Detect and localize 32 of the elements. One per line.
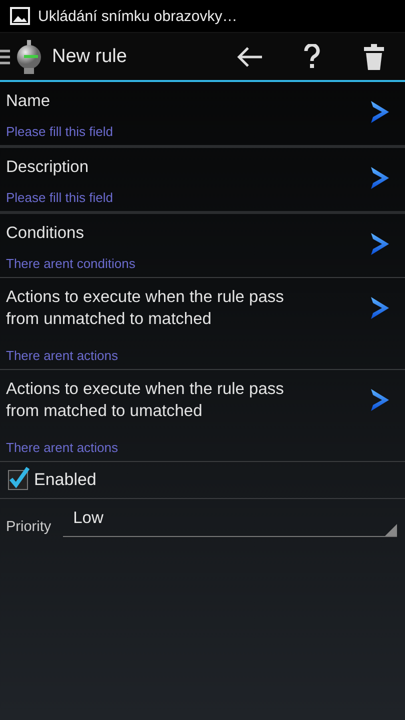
screen-title: New rule <box>52 46 128 68</box>
menu-icon[interactable] <box>0 48 10 64</box>
chevron-icon <box>369 386 391 414</box>
field-label: Actions to execute when the rule pass from unmatched to matched <box>6 287 285 330</box>
picture-icon <box>10 7 30 25</box>
rule-field-row[interactable]: Description Please fill this field <box>0 148 405 214</box>
rule-field-row[interactable]: Actions to execute when the rule pass from matched to umatched There arent actions <box>0 370 405 462</box>
notification-text: Ukládání snímku obrazovky… <box>38 8 238 24</box>
chevron-icon <box>369 230 391 258</box>
field-hint: There arent actions <box>6 440 120 455</box>
rule-field-row[interactable]: Actions to execute when the rule pass from unmatched to matched There arent actions <box>0 278 405 370</box>
field-hint: There arent conditions <box>6 256 136 271</box>
chevron-icon <box>369 98 391 126</box>
field-label: Description <box>6 157 90 178</box>
field-hint: There arent actions <box>6 348 120 363</box>
robot-head-icon[interactable] <box>14 40 44 74</box>
priority-label: Priority <box>6 519 52 535</box>
field-hint: Please fill this field <box>6 124 114 139</box>
back-icon <box>236 46 264 68</box>
field-hint: Please fill this field <box>6 190 114 205</box>
rule-field-row[interactable]: Name Please fill this field <box>0 82 405 148</box>
field-label: Actions to execute when the rule pass from matched to umatched <box>6 379 285 422</box>
enabled-label: Enabled <box>34 470 96 490</box>
rule-field-row[interactable]: Conditions There arent conditions <box>0 214 405 278</box>
chevron-icon <box>369 294 391 322</box>
field-label: Name <box>6 91 52 112</box>
trash-icon <box>364 44 384 70</box>
priority-dropdown[interactable]: Low <box>63 509 397 537</box>
field-label: Conditions <box>6 223 85 244</box>
dropdown-corner-icon <box>385 524 397 536</box>
chevron-icon <box>369 164 391 192</box>
help-icon <box>304 44 320 70</box>
